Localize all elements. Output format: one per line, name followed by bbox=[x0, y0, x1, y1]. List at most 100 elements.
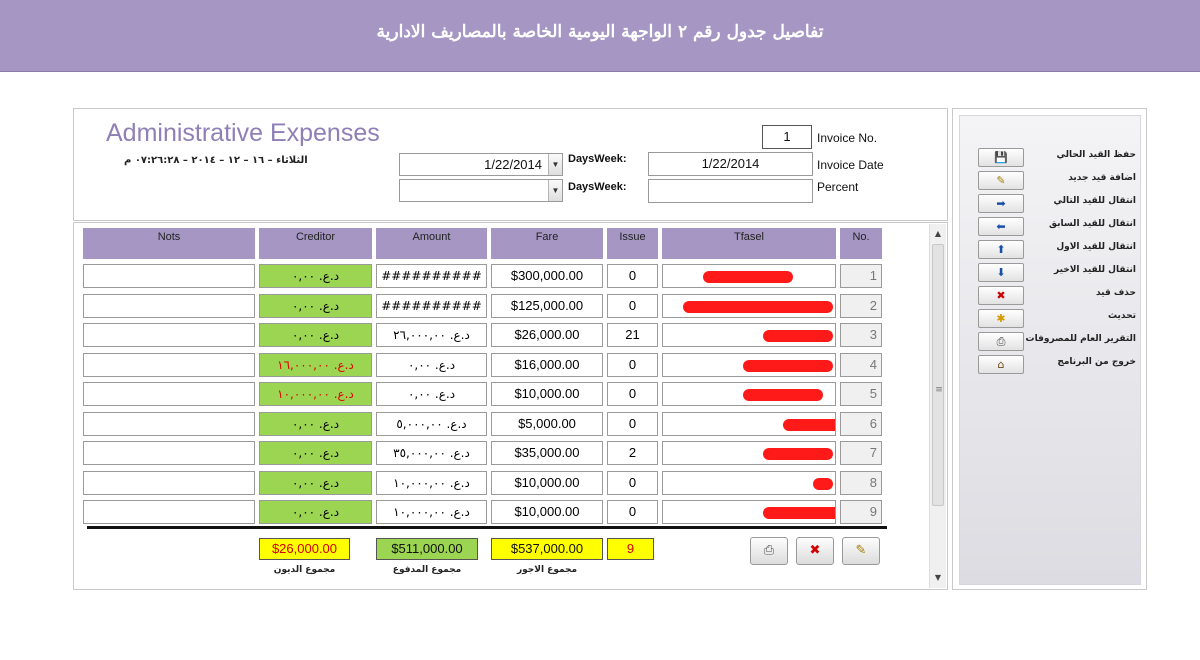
nav-item[interactable]: ✖ حذف قيد bbox=[974, 286, 1144, 306]
creditor-cell[interactable]: د.ع. ٠,٠٠ bbox=[259, 441, 372, 465]
fare-cell[interactable]: $10,000.00 bbox=[491, 471, 603, 495]
nav-item[interactable]: ⌂ خروج من البرنامج bbox=[974, 355, 1144, 375]
creditor-cell[interactable]: د.ع. ٠,٠٠ bbox=[259, 294, 372, 318]
percent-field[interactable] bbox=[648, 179, 813, 203]
tfasel-cell[interactable] bbox=[662, 294, 836, 318]
nav-button[interactable]: ✱ bbox=[978, 309, 1024, 328]
amount-cell[interactable]: د.ع. ٥,٠٠٠,٠٠ bbox=[376, 412, 487, 436]
title-bar: تفاصيل جدول رقم ٢ الواجهة اليومية الخاصة… bbox=[0, 0, 1200, 72]
tfasel-cell[interactable] bbox=[662, 264, 836, 288]
fare-cell[interactable]: $16,000.00 bbox=[491, 353, 603, 377]
creditor-cell[interactable]: د.ع. ٠,٠٠ bbox=[259, 412, 372, 436]
nav-button[interactable]: 💾 bbox=[978, 148, 1024, 167]
scroll-down-icon[interactable]: ▼ bbox=[930, 570, 946, 586]
row-number-cell: 5 bbox=[840, 382, 882, 406]
fare-cell[interactable]: $125,000.00 bbox=[491, 294, 603, 318]
creditor-cell[interactable]: د.ع. ٠,٠٠ bbox=[259, 323, 372, 347]
nav-item[interactable]: ⬇ انتقال للقيد الاخير bbox=[974, 263, 1144, 283]
tfasel-cell[interactable] bbox=[662, 382, 836, 406]
creditor-cell[interactable]: د.ع. ١٠,٠٠٠,٠٠ bbox=[259, 382, 372, 406]
nav-button[interactable]: ✎ bbox=[978, 171, 1024, 190]
nots-cell[interactable] bbox=[83, 500, 255, 524]
issue-cell[interactable]: 0 bbox=[607, 500, 658, 524]
fare-cell[interactable]: $5,000.00 bbox=[491, 412, 603, 436]
nots-cell[interactable] bbox=[83, 441, 255, 465]
edit-row-button[interactable]: ✎ bbox=[842, 537, 880, 565]
issue-cell[interactable]: 0 bbox=[607, 412, 658, 436]
fare-cell[interactable]: $35,000.00 bbox=[491, 441, 603, 465]
tfasel-cell[interactable] bbox=[662, 441, 836, 465]
amount-cell[interactable]: د.ع. ١٠,٠٠٠,٠٠ bbox=[376, 471, 487, 495]
tfasel-cell[interactable] bbox=[662, 471, 836, 495]
nav-button[interactable]: ⬆ bbox=[978, 240, 1024, 259]
nots-cell[interactable] bbox=[83, 264, 255, 288]
issue-cell[interactable]: 0 bbox=[607, 382, 658, 406]
issue-cell[interactable]: 0 bbox=[607, 264, 658, 288]
fare-cell[interactable]: $26,000.00 bbox=[491, 323, 603, 347]
issue-cell[interactable]: 2 bbox=[607, 441, 658, 465]
nav-item[interactable]: ✱ تحديث bbox=[974, 309, 1144, 329]
fare-cell[interactable]: $300,000.00 bbox=[491, 264, 603, 288]
tfasel-cell[interactable] bbox=[662, 412, 836, 436]
print-report-button[interactable]: ⎙ bbox=[750, 537, 788, 565]
nots-cell[interactable] bbox=[83, 412, 255, 436]
nav-item[interactable]: ✎ اضافة قيد جديد bbox=[974, 171, 1144, 191]
amount-cell[interactable]: د.ع. ١٠,٠٠٠,٠٠ bbox=[376, 500, 487, 524]
daysweek-combo-1[interactable]: 1/22/2014 ▼ bbox=[399, 153, 563, 176]
nots-cell[interactable] bbox=[83, 323, 255, 347]
row-number-cell: 2 bbox=[840, 294, 882, 318]
nots-cell[interactable] bbox=[83, 294, 255, 318]
scroll-up-icon[interactable]: ▲ bbox=[930, 226, 946, 242]
nots-cell[interactable] bbox=[83, 382, 255, 406]
amount-cell[interactable]: د.ع. ٠,٠٠ bbox=[376, 353, 487, 377]
creditor-cell[interactable]: د.ع. ٠,٠٠ bbox=[259, 471, 372, 495]
printer-icon: ⎙ bbox=[763, 543, 775, 558]
nav-button[interactable]: ⎙ bbox=[978, 332, 1024, 351]
issue-cell[interactable]: 21 bbox=[607, 323, 658, 347]
delete-record-icon: ✖ bbox=[996, 289, 1006, 302]
issue-cell[interactable]: 0 bbox=[607, 353, 658, 377]
amount-cell[interactable]: د.ع. ٢٦,٠٠٠,٠٠ bbox=[376, 323, 487, 347]
issue-cell[interactable]: 0 bbox=[607, 294, 658, 318]
amount-cell[interactable]: د.ع. ٣٥,٠٠٠,٠٠ bbox=[376, 441, 487, 465]
nav-item[interactable]: ⬅ انتقال للقيد السابق bbox=[974, 217, 1144, 237]
fare-cell[interactable]: $10,000.00 bbox=[491, 500, 603, 524]
tfasel-cell[interactable] bbox=[662, 500, 836, 524]
scroll-thumb[interactable]: ≡ bbox=[932, 244, 944, 506]
total-debts: $26,000.00 bbox=[259, 538, 350, 560]
creditor-cell[interactable]: د.ع. ١٦,٠٠٠,٠٠ bbox=[259, 353, 372, 377]
edit-icon: ✎ bbox=[855, 543, 867, 558]
tfasel-cell[interactable] bbox=[662, 353, 836, 377]
dropdown-arrow-icon[interactable]: ▼ bbox=[548, 154, 562, 175]
creditor-cell[interactable]: د.ع. ٠,٠٠ bbox=[259, 500, 372, 524]
nav-item[interactable]: ⎙ التقرير العام للمصروفات bbox=[974, 332, 1144, 352]
grid-scrollbar[interactable]: ▲ ≡ ▼ bbox=[929, 224, 946, 588]
nav-item[interactable]: ➡ انتقال للقيد التالي bbox=[974, 194, 1144, 214]
amount-cell[interactable]: ########## bbox=[376, 264, 487, 288]
amount-cell[interactable]: د.ع. ٠,٠٠ bbox=[376, 382, 487, 406]
nav-button[interactable]: ⬇ bbox=[978, 263, 1024, 282]
fare-cell[interactable]: $10,000.00 bbox=[491, 382, 603, 406]
row-number-cell: 3 bbox=[840, 323, 882, 347]
nots-cell[interactable] bbox=[83, 353, 255, 377]
nots-cell[interactable] bbox=[83, 471, 255, 495]
daysweek-label-1: DaysWeek: bbox=[568, 153, 627, 165]
nav-button[interactable]: ✖ bbox=[978, 286, 1024, 305]
tfasel-cell[interactable] bbox=[662, 323, 836, 347]
nav-item[interactable]: ⬆ انتقال للقيد الاول bbox=[974, 240, 1144, 260]
header-fare: Fare bbox=[491, 228, 603, 259]
invoice-no-field[interactable]: 1 bbox=[762, 125, 812, 149]
header-nots: Nots bbox=[83, 228, 255, 259]
nav-button[interactable]: ⌂ bbox=[978, 355, 1024, 374]
nav-button[interactable]: ⬅ bbox=[978, 217, 1024, 236]
redaction-mark bbox=[763, 330, 833, 342]
daysweek-combo-2[interactable]: ▼ bbox=[399, 179, 563, 202]
issue-cell[interactable]: 0 bbox=[607, 471, 658, 495]
invoice-date-field[interactable]: 1/22/2014 bbox=[648, 152, 813, 176]
nav-item[interactable]: 💾 حفظ القيد الحالي bbox=[974, 148, 1144, 168]
creditor-cell[interactable]: د.ع. ٠,٠٠ bbox=[259, 264, 372, 288]
delete-row-button[interactable]: ✖ bbox=[796, 537, 834, 565]
dropdown-arrow-icon[interactable]: ▼ bbox=[548, 180, 562, 201]
nav-button[interactable]: ➡ bbox=[978, 194, 1024, 213]
amount-cell[interactable]: ########## bbox=[376, 294, 487, 318]
